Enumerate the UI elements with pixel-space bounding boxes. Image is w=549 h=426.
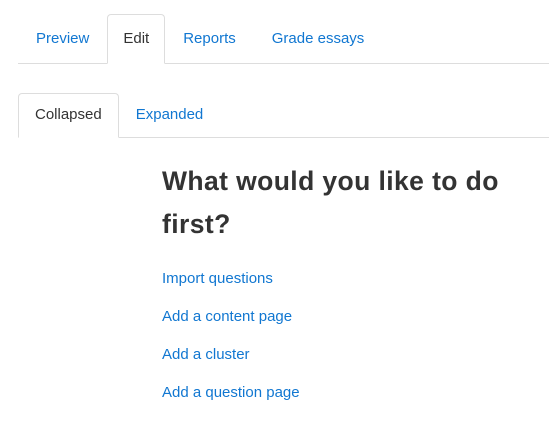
secondary-tab-bar: Collapsed Expanded (18, 92, 549, 138)
tab-grade-essays[interactable]: Grade essays (254, 14, 383, 64)
page-heading-line-1: What would you like to do (162, 166, 499, 196)
list-item: Add a content page (162, 298, 549, 336)
page-heading-line-2: first? (162, 208, 231, 239)
list-item: Add a cluster (162, 336, 549, 374)
add-cluster-link[interactable]: Add a cluster (162, 345, 250, 365)
tab-edit[interactable]: Edit (107, 14, 166, 64)
tab-collapsed[interactable]: Collapsed (18, 93, 119, 138)
page-heading: What would you like to do first? (162, 160, 542, 246)
tab-reports[interactable]: Reports (165, 14, 254, 64)
action-link-list: Import questions Add a content page Add … (162, 260, 549, 412)
tab-preview[interactable]: Preview (18, 14, 107, 64)
tab-expanded[interactable]: Expanded (119, 93, 221, 138)
add-content-page-link[interactable]: Add a content page (162, 307, 292, 327)
primary-tab-bar: Preview Edit Reports Grade essays (18, 14, 549, 64)
list-item: Add a question page (162, 374, 549, 412)
list-item: Import questions (162, 260, 549, 298)
import-questions-link[interactable]: Import questions (162, 269, 273, 289)
main-content: What would you like to do first? Import … (162, 160, 549, 412)
add-question-page-link[interactable]: Add a question page (162, 383, 300, 403)
